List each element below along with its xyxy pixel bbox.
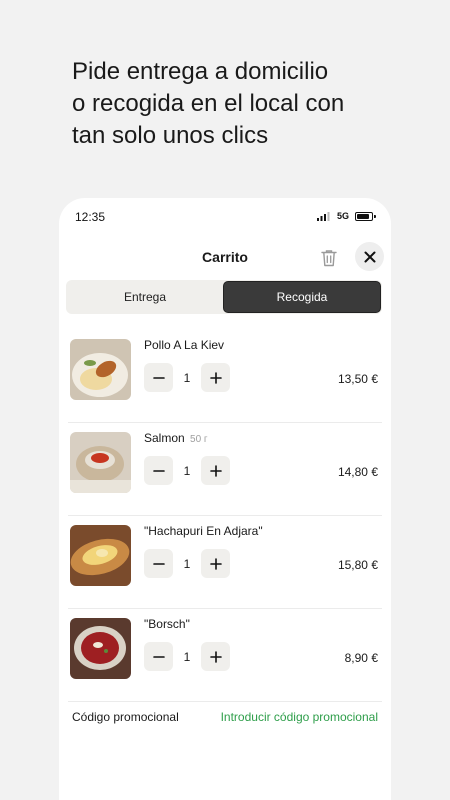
cart-header: Carrito bbox=[59, 238, 391, 276]
decrease-button[interactable] bbox=[144, 363, 173, 392]
item-name-text: "Borsch" bbox=[144, 617, 190, 631]
minus-icon bbox=[152, 469, 165, 472]
headline-line-2: o recogida en el local con bbox=[72, 90, 345, 117]
item-photo bbox=[70, 618, 131, 679]
signal-icon bbox=[316, 211, 330, 221]
item-name: Pollo A La Kiev bbox=[144, 338, 224, 352]
decrease-button[interactable] bbox=[144, 642, 173, 671]
decrease-button[interactable] bbox=[144, 549, 173, 578]
headline-line-3: tan solo unos clics bbox=[72, 122, 269, 149]
item-weight: 50 г bbox=[190, 434, 208, 445]
increase-button[interactable] bbox=[201, 549, 230, 578]
decrease-button[interactable] bbox=[144, 456, 173, 485]
tab-recogida[interactable]: Recogida bbox=[223, 281, 381, 313]
battery-icon bbox=[355, 211, 376, 221]
cart-item: "Hachapuri En Adjara" 1 15,80 € bbox=[59, 516, 391, 609]
clear-cart-button[interactable] bbox=[317, 246, 341, 270]
item-photo bbox=[70, 525, 131, 586]
tab-entrega[interactable]: Entrega bbox=[67, 281, 223, 313]
quantity-value: 1 bbox=[183, 463, 191, 478]
item-name-text: "Hachapuri En Adjara" bbox=[144, 524, 263, 538]
status-time: 12:35 bbox=[75, 210, 106, 224]
promo-code-row: Código promocional Introducir código pro… bbox=[59, 710, 391, 740]
item-price: 15,80 € bbox=[337, 558, 378, 572]
trash-icon bbox=[321, 250, 337, 267]
network-type: 5G bbox=[336, 211, 349, 221]
item-name-text: Pollo A La Kiev bbox=[144, 338, 225, 352]
item-name: Salmon 50 г bbox=[144, 431, 208, 445]
item-photo bbox=[70, 432, 131, 493]
status-indicators: 5G bbox=[316, 211, 376, 221]
item-name: "Borsch" bbox=[144, 617, 190, 631]
plus-icon bbox=[209, 464, 222, 477]
cart-items-list: Pollo A La Kiev 1 13,50 € Salmon 50 г 1 … bbox=[59, 330, 391, 702]
promo-headline: Pide entrega a domicilio o recogida en e… bbox=[72, 56, 412, 152]
increase-button[interactable] bbox=[201, 642, 230, 671]
close-icon bbox=[364, 251, 375, 262]
minus-icon bbox=[152, 376, 165, 379]
delivery-mode-toggle: Entrega Recogida bbox=[66, 280, 382, 314]
increase-button[interactable] bbox=[201, 363, 230, 392]
item-photo bbox=[70, 339, 131, 400]
item-price: 13,50 € bbox=[337, 372, 378, 386]
plus-icon bbox=[209, 557, 222, 570]
minus-icon bbox=[152, 562, 165, 565]
cart-item: "Borsch" 1 8,90 € bbox=[59, 609, 391, 702]
increase-button[interactable] bbox=[201, 456, 230, 485]
quantity-value: 1 bbox=[183, 556, 191, 571]
enter-promo-code-link[interactable]: Introducir código promocional bbox=[221, 710, 378, 724]
item-price: 14,80 € bbox=[337, 465, 378, 479]
promo-code-label: Código promocional bbox=[72, 710, 179, 724]
item-price: 8,90 € bbox=[344, 651, 378, 665]
headline-line-1: Pide entrega a domicilio bbox=[72, 58, 329, 85]
phone-frame: 12:35 5G Carrito Entrega Recogida Pollo … bbox=[59, 198, 391, 800]
cart-item: Pollo A La Kiev 1 13,50 € bbox=[59, 330, 391, 423]
divider bbox=[68, 701, 382, 702]
plus-icon bbox=[209, 371, 222, 384]
quantity-value: 1 bbox=[183, 370, 191, 385]
status-bar: 12:35 5G bbox=[59, 198, 391, 234]
quantity-stepper: 1 bbox=[144, 642, 230, 671]
plus-icon bbox=[209, 650, 222, 663]
minus-icon bbox=[152, 655, 165, 658]
item-name-text: Salmon bbox=[144, 431, 185, 445]
item-name: "Hachapuri En Adjara" bbox=[144, 524, 263, 538]
quantity-stepper: 1 bbox=[144, 363, 230, 392]
quantity-stepper: 1 bbox=[144, 456, 230, 485]
cart-item: Salmon 50 г 1 14,80 € bbox=[59, 423, 391, 516]
cart-title: Carrito bbox=[202, 249, 248, 265]
quantity-stepper: 1 bbox=[144, 549, 230, 578]
close-button[interactable] bbox=[355, 242, 384, 271]
quantity-value: 1 bbox=[183, 649, 191, 664]
